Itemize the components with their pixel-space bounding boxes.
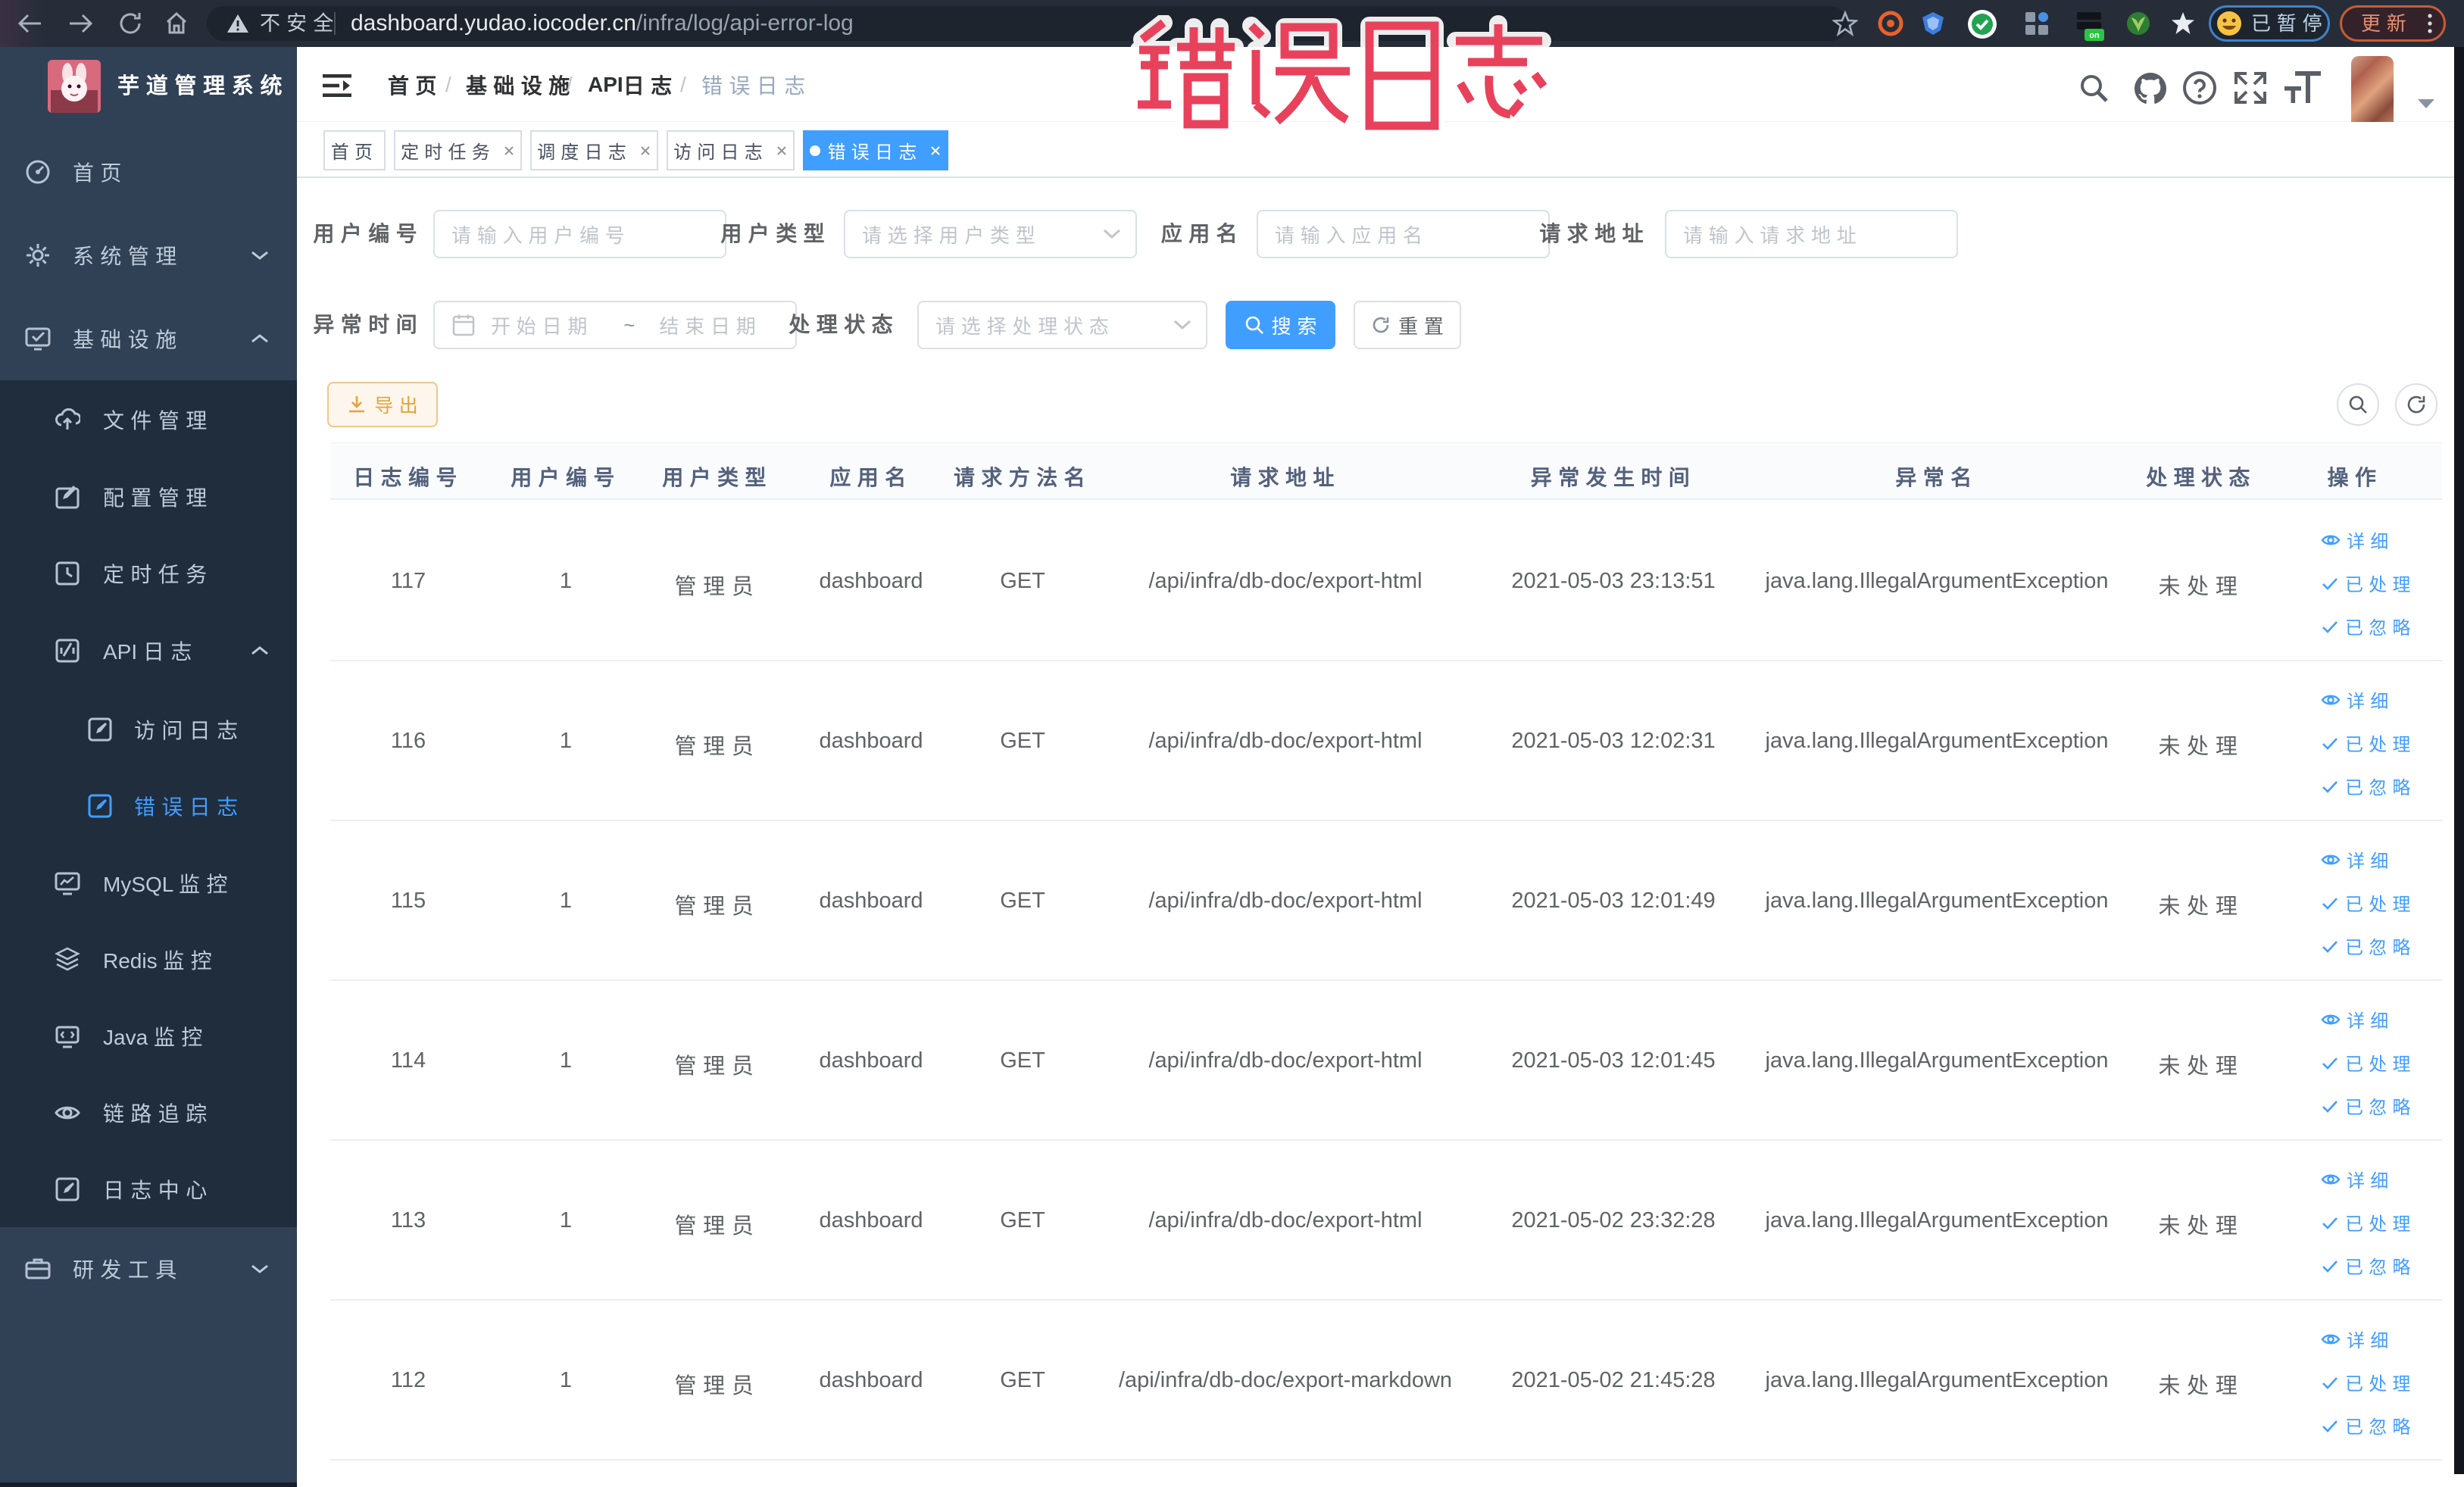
svg-text:on: on — [2089, 31, 2100, 40]
